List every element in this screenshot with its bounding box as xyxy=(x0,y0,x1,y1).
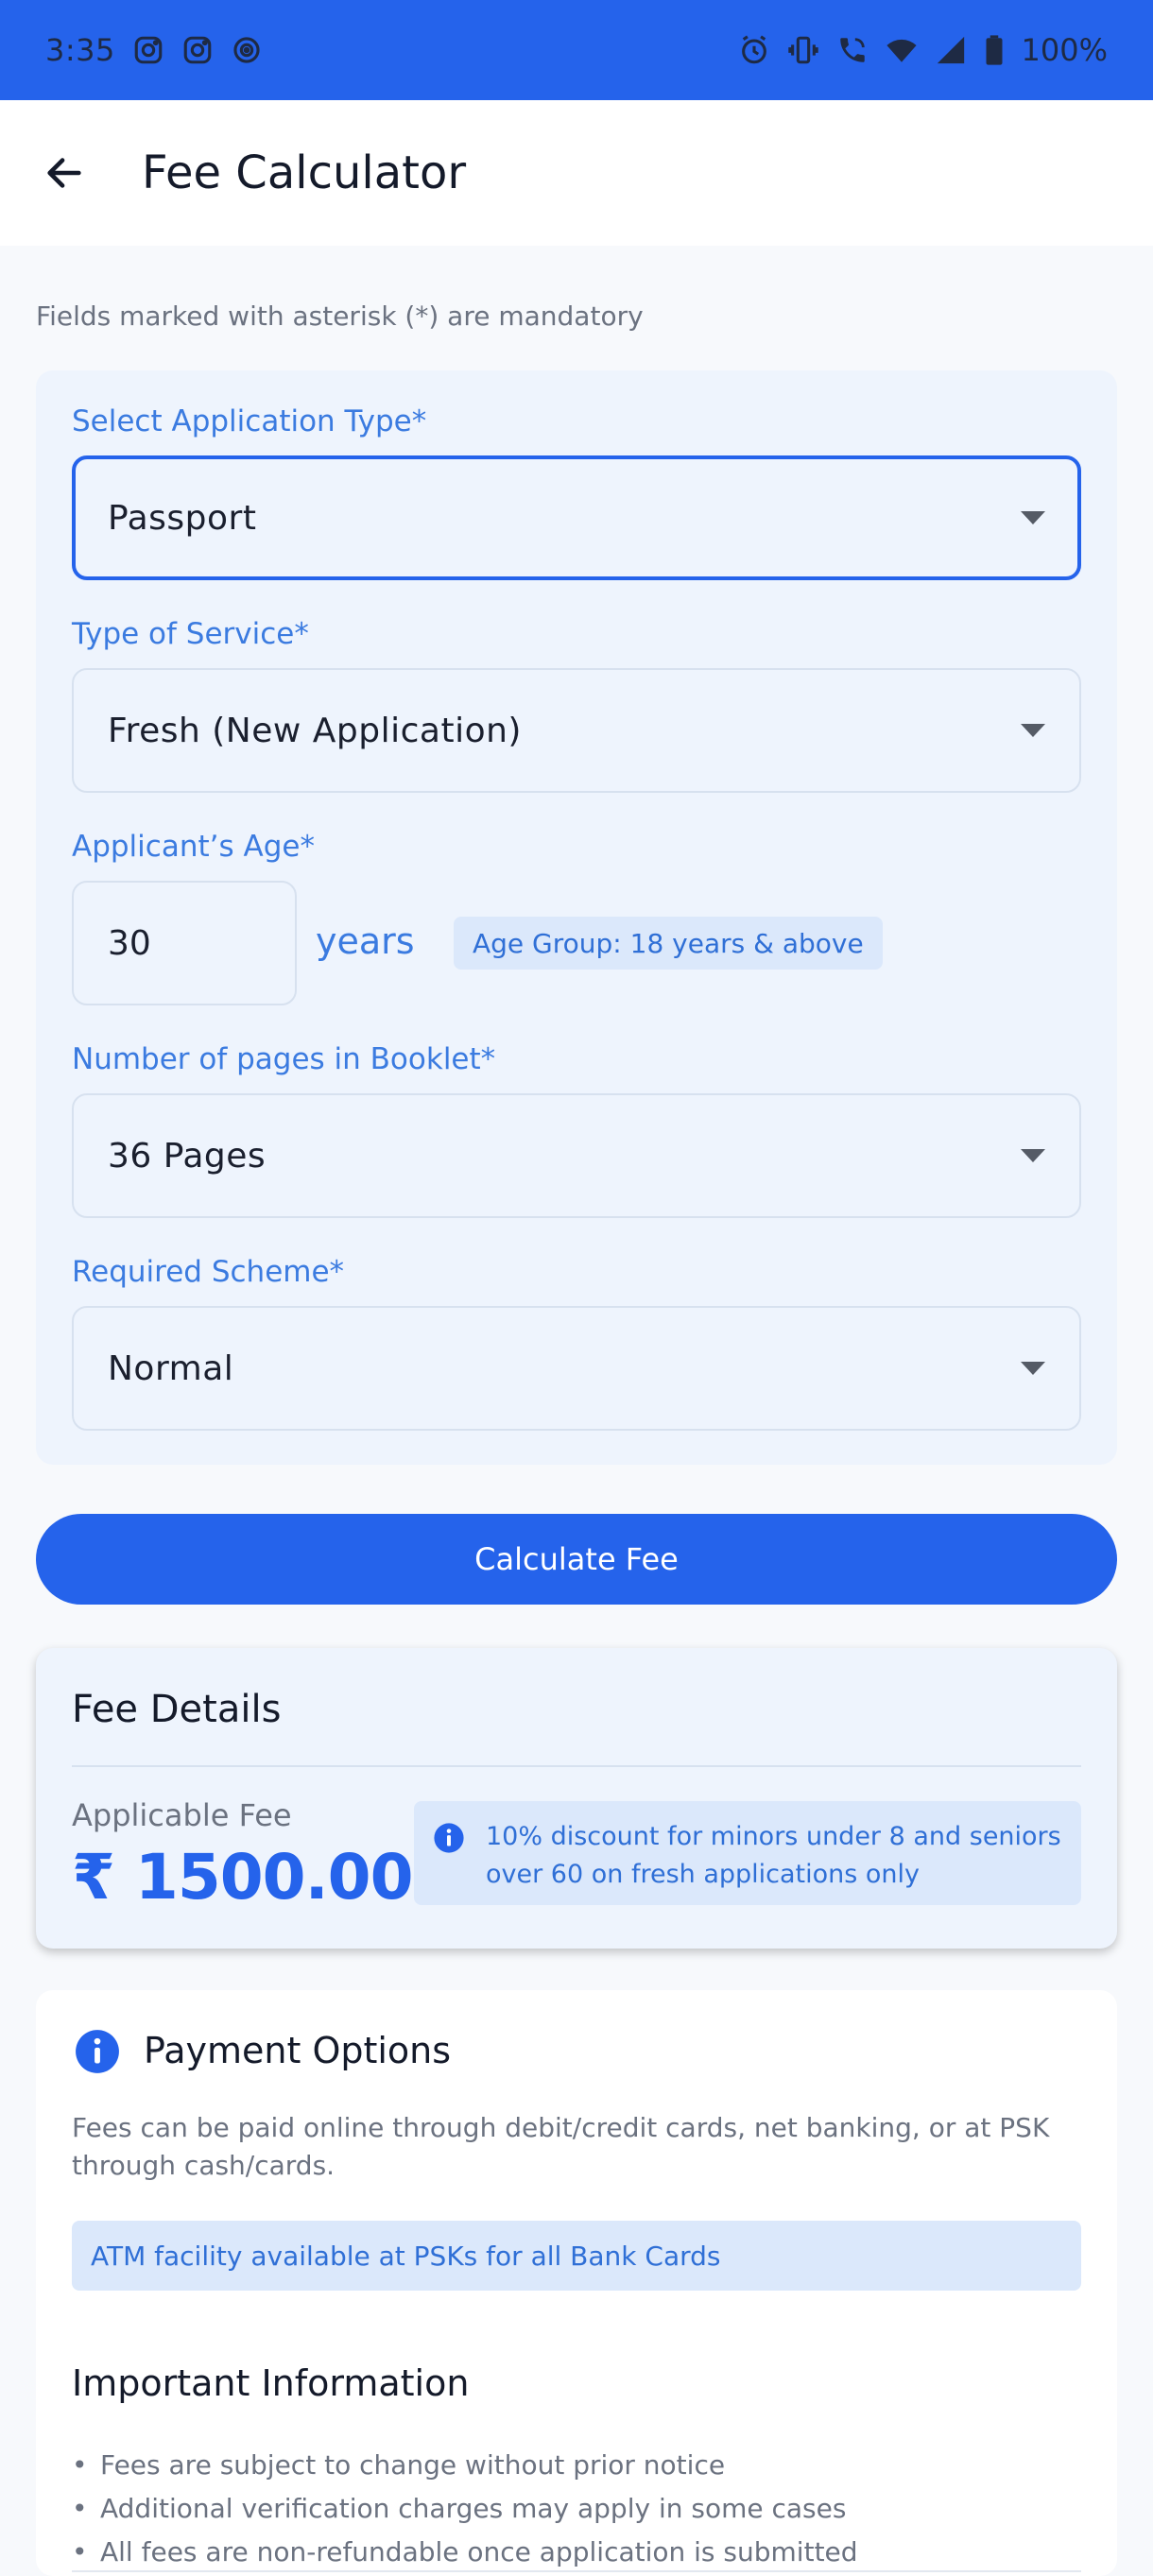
list-item: Additional verification charges may appl… xyxy=(72,2487,858,2531)
status-bar: 3:35 100% xyxy=(0,0,1153,100)
application-type-label: Select Application Type* xyxy=(72,404,427,438)
divider xyxy=(72,1765,1081,1767)
payment-description: Fees can be paid online through debit/cr… xyxy=(72,2112,1050,2181)
service-type-label: Type of Service* xyxy=(72,617,309,651)
age-label: Applicant’s Age* xyxy=(72,830,315,864)
fee-details-card: Fee Details Applicable Fee ₹ 1500.00 10%… xyxy=(36,1648,1117,1949)
chevron-down-icon xyxy=(1021,511,1045,524)
info-icon xyxy=(434,1823,464,1853)
alarm-icon xyxy=(738,34,770,66)
age-unit: years xyxy=(316,920,415,962)
chevron-down-icon xyxy=(1021,1149,1045,1162)
chevron-down-icon xyxy=(1021,724,1045,737)
instagram-icon xyxy=(181,34,214,66)
back-button[interactable] xyxy=(38,146,91,199)
important-info-list: Fees are subject to change without prior… xyxy=(72,2444,858,2574)
payment-options-title: Payment Options xyxy=(144,2030,452,2071)
battery-icon xyxy=(984,34,1005,66)
arrow-left-icon xyxy=(47,158,81,188)
pages-value: 36 Pages xyxy=(108,1136,267,1176)
vibrate-icon xyxy=(787,34,819,66)
applicable-fee-label: Applicable Fee xyxy=(72,1797,292,1833)
pages-label: Number of pages in Booklet* xyxy=(72,1042,496,1076)
wifi-call-icon xyxy=(836,34,869,66)
battery-level: 100% xyxy=(1021,32,1108,68)
status-right: 100% xyxy=(738,32,1108,68)
scheme-label: Required Scheme* xyxy=(72,1255,345,1289)
important-info-title: Important Information xyxy=(72,2362,470,2404)
fee-form: Select Application Type* Passport Type o… xyxy=(36,370,1117,1465)
scheme-value: Normal xyxy=(108,1348,234,1388)
status-time: 3:35 xyxy=(45,32,115,68)
list-item: All fees are non-refundable once applica… xyxy=(72,2531,858,2574)
age-input[interactable]: 30 xyxy=(72,881,297,1005)
service-type-value: Fresh (New Application) xyxy=(108,711,522,750)
page-title: Fee Calculator xyxy=(142,146,467,199)
pages-select[interactable]: 36 Pages xyxy=(72,1093,1081,1218)
calculate-fee-button[interactable]: Calculate Fee xyxy=(36,1514,1117,1605)
service-type-select[interactable]: Fresh (New Application) xyxy=(72,668,1081,793)
applicable-fee-amount: ₹ 1500.00 xyxy=(72,1841,414,1914)
chevron-down-icon xyxy=(1021,1362,1045,1375)
mandatory-note: Fields marked with asterisk (*) are mand… xyxy=(36,301,644,332)
application-type-select[interactable]: Passport xyxy=(72,455,1081,580)
scheme-select[interactable]: Normal xyxy=(72,1306,1081,1431)
fee-details-title: Fee Details xyxy=(72,1688,282,1731)
age-value: 30 xyxy=(108,923,151,963)
list-item: Fees are subject to change without prior… xyxy=(72,2444,858,2487)
info-icon xyxy=(76,2030,119,2073)
discount-note: 10% discount for minors under 8 and seni… xyxy=(414,1801,1081,1905)
age-group-badge: Age Group: 18 years & above xyxy=(454,917,883,970)
wifi-icon xyxy=(886,34,918,66)
instagram-icon xyxy=(132,34,164,66)
signal-icon xyxy=(935,34,967,66)
app-bar: Fee Calculator xyxy=(0,100,1153,246)
status-left: 3:35 xyxy=(45,32,263,68)
vpn-icon xyxy=(231,34,263,66)
application-type-value: Passport xyxy=(108,498,257,538)
discount-note-text: 10% discount for minors under 8 and seni… xyxy=(486,1822,1061,1889)
atm-note: ATM facility available at PSKs for all B… xyxy=(72,2221,1081,2291)
